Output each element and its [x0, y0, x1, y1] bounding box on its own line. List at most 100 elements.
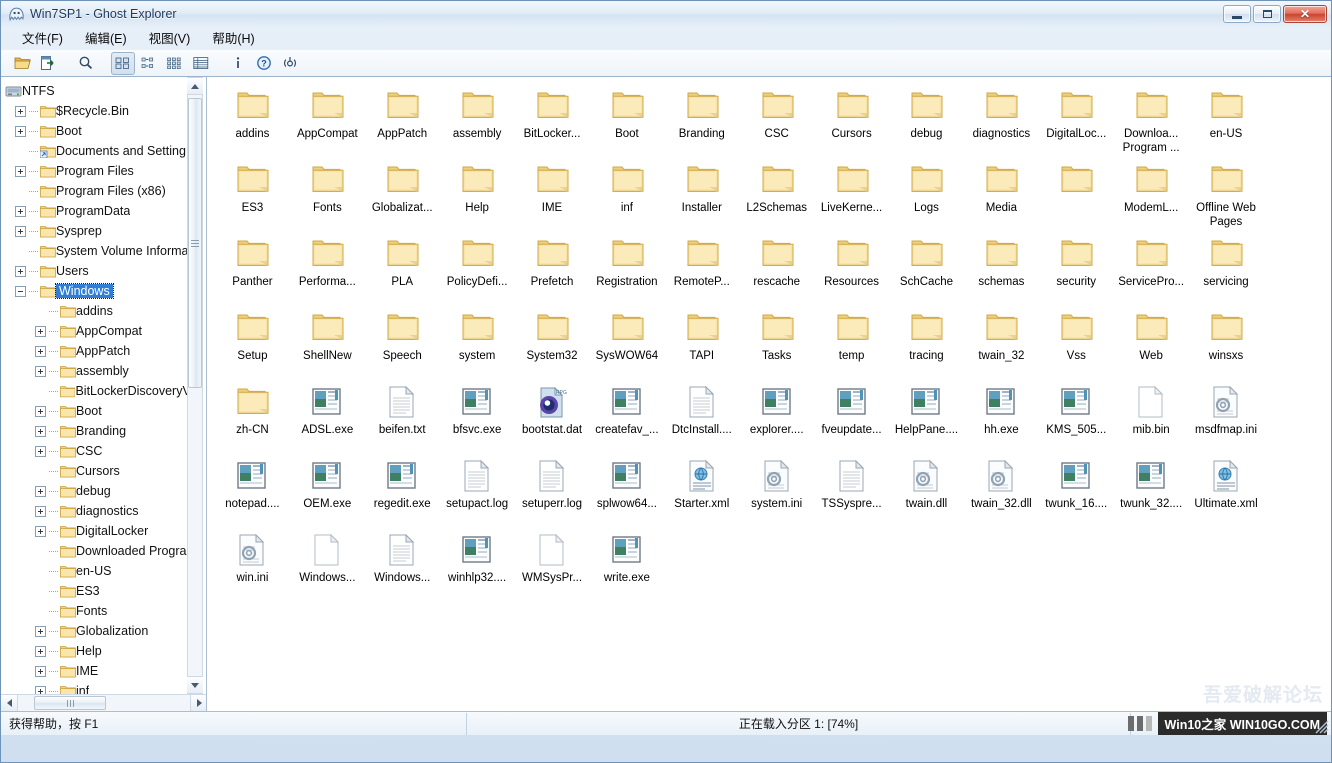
tree-node-program-files[interactable]: Program Files	[5, 161, 187, 181]
file-item[interactable]: Windows...	[365, 527, 440, 601]
menu-help[interactable]: 帮助(H)	[201, 26, 265, 50]
file-item[interactable]: setupact.log	[440, 453, 515, 527]
file-item[interactable]: rescache	[739, 231, 814, 305]
file-item[interactable]: Cursors	[814, 83, 889, 157]
file-item[interactable]: WMSysPr...	[515, 527, 590, 601]
file-item[interactable]: createfav_...	[589, 379, 664, 453]
file-item[interactable]: schemas	[964, 231, 1039, 305]
file-item[interactable]: security	[1039, 231, 1114, 305]
file-item[interactable]: addins	[215, 83, 290, 157]
tree-root-node[interactable]: NTFS	[5, 81, 187, 101]
tree-node-apppatch[interactable]: AppPatch	[5, 341, 187, 361]
expand-node-icon[interactable]	[15, 265, 26, 277]
scrollbar-thumb[interactable]	[188, 98, 202, 388]
file-item[interactable]: bfsvc.exe	[440, 379, 515, 453]
file-item[interactable]: System32	[515, 305, 590, 379]
tree-node-boot[interactable]: Boot	[5, 121, 187, 141]
help-button[interactable]: ?	[252, 52, 276, 75]
file-item[interactable]: zh-CN	[215, 379, 290, 453]
scroll-down-button[interactable]	[187, 676, 203, 693]
file-item[interactable]: Installer	[664, 157, 739, 231]
expand-node-icon[interactable]	[15, 205, 26, 217]
file-item[interactable]: BitLocker...	[515, 83, 590, 157]
file-item[interactable]: temp	[814, 305, 889, 379]
file-item[interactable]: TAPI	[664, 305, 739, 379]
file-item[interactable]: PolicyDefi...	[440, 231, 515, 305]
file-item[interactable]: KMS_505...	[1039, 379, 1114, 453]
find-button[interactable]	[74, 52, 98, 75]
file-item[interactable]: twain.dll	[889, 453, 964, 527]
file-item[interactable]: write.exe	[589, 527, 664, 601]
file-item[interactable]: Offline Web Pages	[1189, 157, 1264, 231]
expand-node-icon[interactable]	[35, 325, 46, 337]
file-item[interactable]: ModemL...	[1114, 157, 1189, 231]
file-item[interactable]: Prefetch	[515, 231, 590, 305]
menu-file[interactable]: 文件(F)	[11, 26, 74, 50]
file-item[interactable]: Tasks	[739, 305, 814, 379]
file-item[interactable]: AppPatch	[365, 83, 440, 157]
file-item[interactable]: DigitalLoc...	[1039, 83, 1114, 157]
tree-node-boot[interactable]: Boot	[5, 401, 187, 421]
expand-node-icon[interactable]	[15, 165, 26, 177]
file-item[interactable]: mib.bin	[1114, 379, 1189, 453]
close-button[interactable]: ✕	[1283, 5, 1327, 23]
file-item[interactable]: diagnostics	[964, 83, 1039, 157]
file-item[interactable]: win.ini	[215, 527, 290, 601]
expand-node-icon[interactable]	[35, 505, 46, 517]
expand-node-icon[interactable]	[15, 225, 26, 237]
about-button[interactable]	[278, 52, 302, 75]
file-item[interactable]: debug	[889, 83, 964, 157]
file-item[interactable]: DtcInstall....	[664, 379, 739, 453]
expand-node-icon[interactable]	[35, 665, 46, 677]
tree-node-diagnostics[interactable]: diagnostics	[5, 501, 187, 521]
menu-edit[interactable]: 编辑(E)	[74, 26, 138, 50]
file-item[interactable]: Panther	[215, 231, 290, 305]
file-item[interactable]: CSC	[739, 83, 814, 157]
file-item[interactable]: Media	[964, 157, 1039, 231]
view-small-icons-button[interactable]	[137, 52, 161, 75]
expand-node-icon[interactable]	[15, 105, 26, 117]
expand-node-icon[interactable]	[35, 625, 46, 637]
file-item[interactable]: twain_32.dll	[964, 453, 1039, 527]
file-item[interactable]: setuperr.log	[515, 453, 590, 527]
tree-node-csc[interactable]: CSC	[5, 441, 187, 461]
file-item[interactable]: Resources	[814, 231, 889, 305]
file-item[interactable]: LiveKerne...	[814, 157, 889, 231]
expand-node-icon[interactable]	[35, 525, 46, 537]
tree-node-bitlockerdiscoveryv[interactable]: BitLockerDiscoveryV	[5, 381, 187, 401]
file-item[interactable]: msdfmap.ini	[1189, 379, 1264, 453]
maximize-button[interactable]	[1253, 5, 1281, 23]
expand-node-icon[interactable]	[15, 125, 26, 137]
file-item[interactable]: fveupdate...	[814, 379, 889, 453]
tree-node-debug[interactable]: debug	[5, 481, 187, 501]
file-item[interactable]: explorer....	[739, 379, 814, 453]
file-item[interactable]: Help	[440, 157, 515, 231]
file-item[interactable]: Windows...	[290, 527, 365, 601]
file-item[interactable]: twunk_32....	[1114, 453, 1189, 527]
file-item[interactable]: TSSyspre...	[814, 453, 889, 527]
file-item[interactable]: regedit.exe	[365, 453, 440, 527]
expand-node-icon[interactable]	[35, 645, 46, 657]
file-item[interactable]: en-US	[1189, 83, 1264, 157]
extract-button[interactable]	[37, 52, 61, 75]
file-item[interactable]: Web	[1114, 305, 1189, 379]
scroll-left-button[interactable]	[1, 695, 18, 711]
folder-tree[interactable]: NTFS $Recycle.Bin Boot Documents and Set…	[1, 77, 187, 711]
file-item[interactable]: winhlp32....	[440, 527, 515, 601]
file-item[interactable]: ShellNew	[290, 305, 365, 379]
tree-vertical-scrollbar[interactable]	[187, 77, 203, 694]
scroll-up-button[interactable]	[187, 78, 203, 95]
tree-node-branding[interactable]: Branding	[5, 421, 187, 441]
view-list-button[interactable]	[163, 52, 187, 75]
collapse-node-icon[interactable]	[15, 285, 26, 297]
tree-node-recycle-bin[interactable]: $Recycle.Bin	[5, 101, 187, 121]
expand-node-icon[interactable]	[35, 485, 46, 497]
tree-node-ime[interactable]: IME	[5, 661, 187, 681]
tree-node-cursors[interactable]: Cursors	[5, 461, 187, 481]
file-item[interactable]: RemoteP...	[664, 231, 739, 305]
file-item[interactable]: ServicePro...	[1114, 231, 1189, 305]
file-item[interactable]: servicing	[1189, 231, 1264, 305]
file-item[interactable]: HelpPane....	[889, 379, 964, 453]
tree-node-system-volume-informa[interactable]: System Volume Informa	[5, 241, 187, 261]
file-item[interactable]: Fonts	[290, 157, 365, 231]
